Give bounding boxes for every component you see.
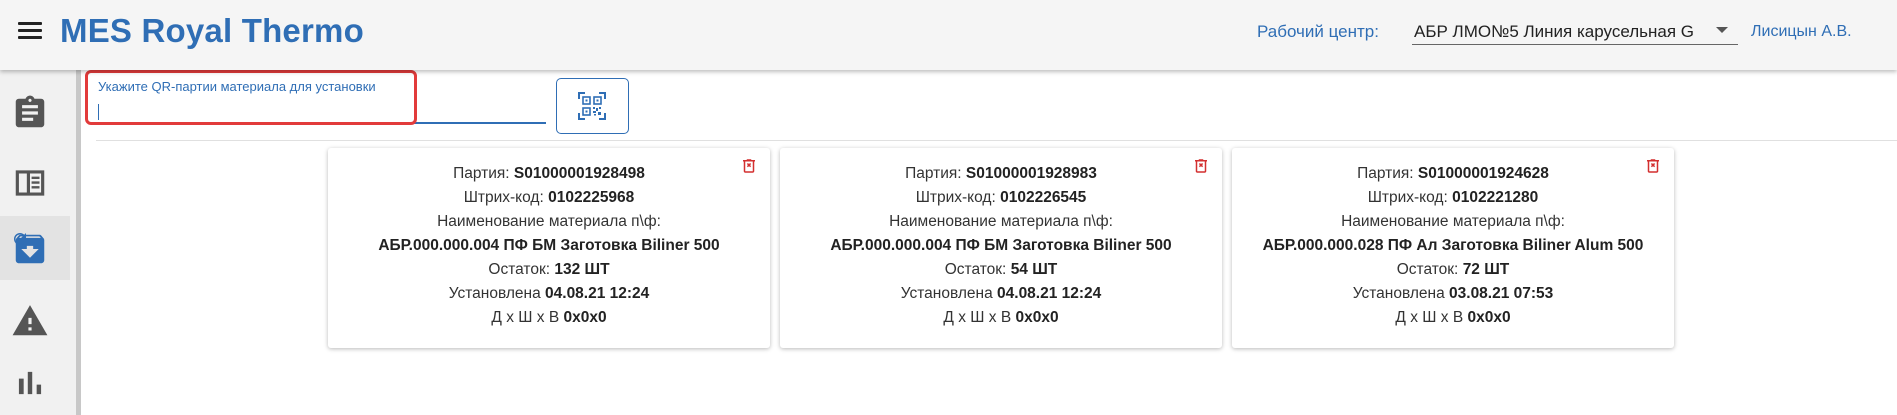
bar-chart-icon [18,371,42,395]
app-title: MES Royal Thermo [60,12,364,49]
batch-line: Партия: S01000001924628 [1357,165,1549,182]
sidebar-item-reports[interactable] [0,350,70,414]
batch-value: S01000001928983 [965,165,1097,182]
work-center-label: Рабочий центр: [1257,22,1379,41]
dimensions-value: 0x0x0 [563,309,607,326]
remainder-line: Остаток: 132 ШТ [488,261,610,278]
list-panel-icon [15,170,45,196]
barcode-value: 0102226545 [1000,189,1087,206]
menu-icon[interactable] [18,22,42,42]
sidebar-scrollbar[interactable] [76,70,81,415]
dimensions-line: Д x Ш x В 0x0x0 [1395,309,1511,326]
remainder-value: 132 ШТ [554,261,610,278]
remainder-line: Остаток: 72 ШТ [1396,261,1510,278]
material-name: АБР.000.000.028 ПФ Ал Заготовка Biliner … [1262,237,1644,254]
sidebar-item-warnings[interactable] [0,288,70,352]
refresh-icon [14,233,26,245]
batch-line: Партия: S01000001928983 [905,165,1097,182]
barcode-value: 0102221280 [1452,189,1539,206]
sidebar-item-tasks[interactable] [0,80,70,144]
warning-icon [12,305,48,336]
barcode-line: Штрих-код: 0102226545 [915,189,1087,206]
batch-value: S01000001924628 [1417,165,1549,182]
material-card: Партия: S01000001928498 Штрих-код: 01022… [328,148,770,348]
barcode-value: 0102225968 [548,189,635,206]
installed-value: 03.08.21 07:53 [1449,285,1554,302]
clipboard-icon [15,95,45,128]
sidebar [0,70,76,415]
material-card: Партия: S01000001928983 Штрих-код: 01022… [780,148,1222,348]
qr-batch-input[interactable] [96,100,546,124]
batch-value: S01000001928498 [513,165,645,182]
chevron-down-icon [1716,27,1728,33]
installed-value: 04.08.21 12:24 [997,285,1102,302]
dimensions-line: Д x Ш x В 0x0x0 [943,309,1059,326]
dimensions-value: 0x0x0 [1467,309,1511,326]
material-label: Наименование материала п\ф: [1341,213,1565,230]
dimensions-line: Д x Ш x В 0x0x0 [491,309,607,326]
material-name: АБР.000.000.004 ПФ БМ Заготовка Biliner … [830,237,1172,254]
installed-line: Установлена 04.08.21 12:24 [448,285,650,302]
qr-code-icon [578,92,606,120]
sidebar-item-list[interactable] [0,150,70,214]
material-label: Наименование материала п\ф: [889,213,1113,230]
work-center-value: АБР ЛМО№5 Линия карусельная G [1414,22,1694,41]
qr-scan-button[interactable] [556,78,629,134]
divider [96,140,1897,141]
qr-field-label: Укажите QR-партии материала для установк… [98,79,376,94]
material-name: АБР.000.000.004 ПФ БМ Заготовка Biliner … [378,237,720,254]
barcode-line: Штрих-код: 0102225968 [463,189,635,206]
remainder-value: 54 ШТ [1010,261,1058,278]
user-name[interactable]: Лисицын А.В. [1751,23,1852,41]
text-cursor [98,104,99,120]
dimensions-value: 0x0x0 [1015,309,1059,326]
material-label: Наименование материала п\ф: [437,213,661,230]
qr-batch-field[interactable]: Укажите QR-партии материала для установк… [96,76,546,126]
work-center-select[interactable]: АБР ЛМО№5 Линия карусельная G [1412,20,1738,45]
material-card: Партия: S01000001924628 Штрих-код: 01022… [1232,148,1674,348]
barcode-line: Штрих-код: 0102221280 [1367,189,1539,206]
remainder-line: Остаток: 54 ШТ [944,261,1058,278]
app-header: MES Royal Thermo Рабочий центр: АБР ЛМО№… [0,0,1897,70]
installed-value: 04.08.21 12:24 [545,285,650,302]
installed-line: Установлена 04.08.21 12:24 [900,285,1102,302]
installed-line: Установлена 03.08.21 07:53 [1352,285,1554,302]
sidebar-item-materials[interactable] [0,216,70,280]
batch-line: Партия: S01000001928498 [453,165,645,182]
remainder-value: 72 ШТ [1462,261,1510,278]
